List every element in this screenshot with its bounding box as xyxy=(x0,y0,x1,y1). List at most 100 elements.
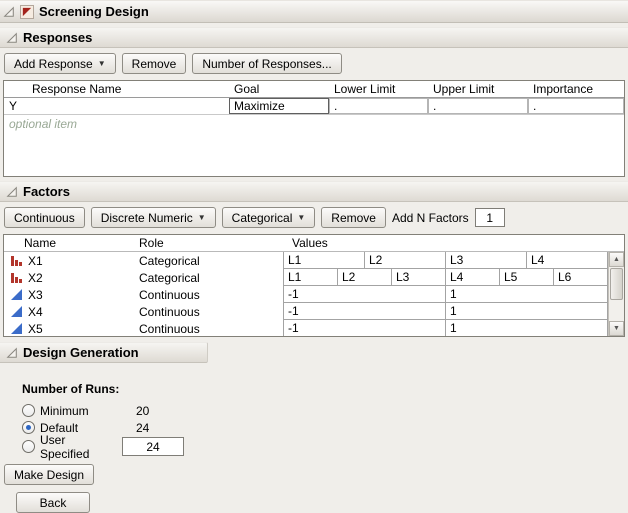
column-header-lower-limit: Lower Limit xyxy=(329,82,428,96)
make-design-label: Make Design xyxy=(14,468,84,482)
minimum-radio-label: Minimum xyxy=(40,404,118,418)
factor-value-cell[interactable]: L2 xyxy=(337,268,392,286)
column-header-importance: Importance xyxy=(528,82,624,96)
factor-value-cell[interactable]: -1 xyxy=(283,319,446,336)
minimum-runs-option[interactable]: Minimum 20 xyxy=(22,402,628,419)
back-button[interactable]: Back xyxy=(16,492,90,513)
response-name-cell[interactable]: Y xyxy=(4,98,229,114)
continuous-icon xyxy=(11,323,23,335)
responses-title: Responses xyxy=(23,30,92,45)
factors-section-header: Factors xyxy=(0,181,628,202)
response-upper-limit-cell[interactable]: . xyxy=(428,98,528,114)
user-specified-runs-input[interactable]: 24 xyxy=(122,437,184,456)
column-header-response-name: Response Name xyxy=(4,82,229,96)
responses-button-row: Add Response ▼ Remove Number of Response… xyxy=(4,53,628,74)
column-header-upper-limit: Upper Limit xyxy=(428,82,528,96)
factor-value-cell[interactable]: L4 xyxy=(445,268,500,286)
factor-value-cell[interactable]: L4 xyxy=(526,252,608,269)
user-specified-runs-option[interactable]: User Specified 24 xyxy=(22,436,628,457)
continuous-button[interactable]: Continuous xyxy=(4,207,85,228)
back-label: Back xyxy=(40,496,67,510)
minimum-radio-button[interactable] xyxy=(22,404,35,417)
remove-response-button[interactable]: Remove xyxy=(122,53,187,74)
continuous-icon xyxy=(11,306,23,318)
chevron-down-icon: ▼ xyxy=(297,213,305,222)
factor-name: X3 xyxy=(28,288,43,302)
factor-row: X5 Continuous -1 1 xyxy=(4,320,608,336)
factor-value-cell[interactable]: L3 xyxy=(391,268,446,286)
factor-value-cell[interactable]: 1 xyxy=(445,302,608,320)
red-triangle-menu-button[interactable] xyxy=(20,5,34,19)
factor-role-cell[interactable]: Continuous xyxy=(114,286,284,303)
chevron-down-icon: ▼ xyxy=(198,213,206,222)
discrete-numeric-label: Discrete Numeric xyxy=(101,211,193,225)
factor-value-cell[interactable]: L3 xyxy=(445,252,527,269)
factor-name-cell[interactable]: X5 xyxy=(4,320,114,336)
scrollbar-track[interactable] xyxy=(609,267,624,321)
make-design-button[interactable]: Make Design xyxy=(4,464,94,485)
categorical-button[interactable]: Categorical ▼ xyxy=(222,207,316,228)
factors-button-row: Continuous Discrete Numeric ▼ Categorica… xyxy=(4,207,628,228)
response-lower-limit-cell[interactable]: . xyxy=(329,98,428,114)
factor-name: X1 xyxy=(28,254,43,268)
factor-value-cell[interactable]: 1 xyxy=(445,285,608,303)
factor-values: L1 L2 L3 L4 xyxy=(284,252,608,269)
disclosure-open-icon[interactable] xyxy=(6,32,18,44)
factor-role-cell[interactable]: Categorical xyxy=(114,252,284,269)
responses-section-header: Responses xyxy=(0,27,628,48)
number-of-responses-button[interactable]: Number of Responses... xyxy=(192,53,341,74)
factors-table-header: Name Role Values xyxy=(4,235,624,252)
remove-factor-label: Remove xyxy=(331,211,376,225)
red-triangle-icon xyxy=(22,7,32,17)
column-header-goal: Goal xyxy=(229,82,329,96)
scroll-down-icon[interactable]: ▼ xyxy=(609,321,624,336)
factor-values: -1 1 xyxy=(284,286,608,303)
minimum-runs-value: 20 xyxy=(136,404,149,418)
default-radio-button[interactable] xyxy=(22,421,35,434)
factor-name: X2 xyxy=(28,271,43,285)
scrollbar-thumb[interactable] xyxy=(610,268,623,300)
design-generation-section-header: Design Generation xyxy=(0,342,208,363)
factor-name-cell[interactable]: X4 xyxy=(4,303,114,320)
continuous-icon xyxy=(11,289,23,301)
factor-role-cell[interactable]: Categorical xyxy=(114,269,284,286)
disclosure-open-icon[interactable] xyxy=(6,186,18,198)
remove-factor-button[interactable]: Remove xyxy=(321,207,386,228)
column-header-role: Role xyxy=(114,236,284,250)
factors-rows: X1 Categorical L1 L2 L3 L4 X2 Categoric xyxy=(4,252,608,336)
factor-row: X1 Categorical L1 L2 L3 L4 xyxy=(4,252,608,269)
factor-name-cell[interactable]: X3 xyxy=(4,286,114,303)
scroll-up-icon[interactable]: ▲ xyxy=(609,252,624,267)
add-n-factors-label: Add N Factors xyxy=(392,211,469,225)
factor-value-cell[interactable]: 1 xyxy=(445,319,608,336)
column-header-values: Values xyxy=(284,236,624,250)
factors-title: Factors xyxy=(23,184,70,199)
user-specified-radio-button[interactable] xyxy=(22,440,35,453)
factor-name-cell[interactable]: X1 xyxy=(4,252,114,269)
column-header-name: Name xyxy=(4,236,114,250)
responses-table: Response Name Goal Lower Limit Upper Lim… xyxy=(3,80,625,177)
optional-item-hint: optional item xyxy=(4,115,624,131)
factors-vertical-scrollbar[interactable]: ▲ ▼ xyxy=(608,252,624,336)
factor-name-cell[interactable]: X2 xyxy=(4,269,114,286)
add-response-button[interactable]: Add Response ▼ xyxy=(4,53,116,74)
factor-value-cell[interactable]: L1 xyxy=(283,252,365,269)
add-n-factors-input[interactable]: 1 xyxy=(475,208,505,227)
factor-value-cell[interactable]: -1 xyxy=(283,285,446,303)
discrete-numeric-button[interactable]: Discrete Numeric ▼ xyxy=(91,207,216,228)
default-runs-value: 24 xyxy=(136,421,149,435)
response-goal-cell[interactable]: Maximize xyxy=(229,98,329,114)
factor-role-cell[interactable]: Continuous xyxy=(114,320,284,336)
disclosure-open-icon[interactable] xyxy=(6,347,18,359)
factor-role-cell[interactable]: Continuous xyxy=(114,303,284,320)
factor-value-cell[interactable]: L6 xyxy=(553,268,608,286)
factor-value-cell[interactable]: L2 xyxy=(364,252,446,269)
factor-value-cell[interactable]: L1 xyxy=(283,268,338,286)
factor-values: -1 1 xyxy=(284,303,608,320)
factor-value-cell[interactable]: L5 xyxy=(499,268,554,286)
screening-design-window: Screening Design Responses Add Response … xyxy=(0,0,628,506)
remove-response-label: Remove xyxy=(132,57,177,71)
disclosure-open-icon[interactable] xyxy=(3,6,15,18)
response-importance-cell[interactable]: . xyxy=(528,98,624,114)
factor-value-cell[interactable]: -1 xyxy=(283,302,446,320)
